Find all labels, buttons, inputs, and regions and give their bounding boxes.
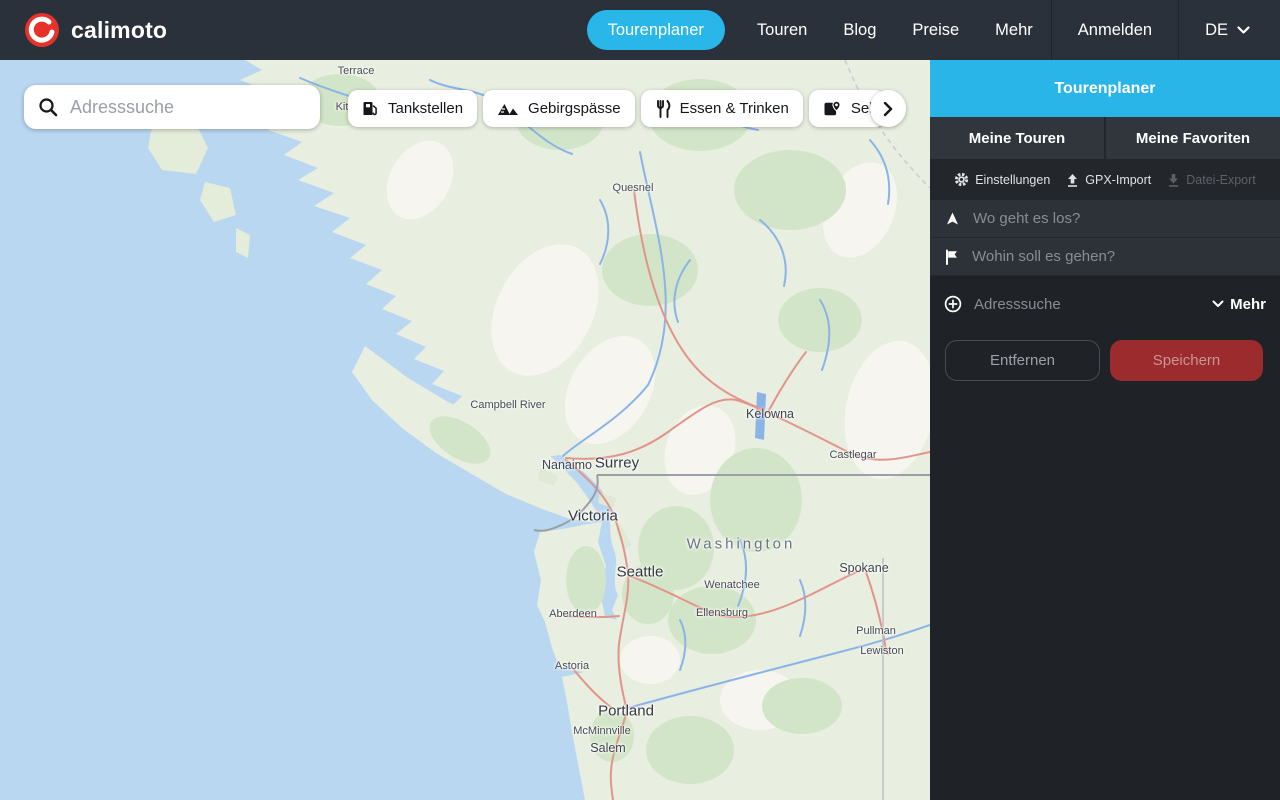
upload-icon	[1066, 173, 1079, 187]
flag-icon	[944, 249, 960, 265]
more-label: Mehr	[1230, 295, 1266, 313]
mountain-pass-icon	[497, 101, 519, 117]
gear-icon	[954, 172, 969, 187]
locale-selector[interactable]: DE	[1179, 0, 1280, 60]
chip-gebirgspaesse[interactable]: Gebirgspässe	[483, 90, 635, 127]
nav-blog[interactable]: Blog	[825, 0, 894, 60]
calimoto-logo-icon	[24, 12, 60, 48]
nav-mehr[interactable]: Mehr	[977, 0, 1051, 60]
fuel-icon	[362, 100, 379, 117]
sidebar-toolbar: Einstellungen GPX-Import Datei-Export	[930, 159, 1280, 200]
circle-plus-icon	[944, 295, 962, 313]
gpx-import-button[interactable]: GPX-Import	[1066, 173, 1151, 187]
tool-label: Einstellungen	[975, 172, 1051, 187]
chip-tankstellen[interactable]: Tankstellen	[348, 90, 478, 127]
route-destination-field[interactable]: Wohin soll es gehen?	[930, 238, 1280, 276]
map-search-box	[24, 85, 320, 129]
search-input[interactable]	[70, 96, 306, 118]
save-button[interactable]: Speichern	[1110, 340, 1263, 381]
chip-label: Tankstellen	[388, 100, 464, 117]
calimoto-logo[interactable]: calimoto	[0, 12, 167, 48]
login-button[interactable]: Anmelden	[1052, 0, 1178, 60]
sidebar-title: Tourenplaner	[930, 60, 1280, 117]
file-export-button: Datei-Export	[1167, 172, 1256, 187]
map-graphics	[0, 60, 930, 800]
start-arrow-icon	[944, 211, 961, 227]
sidebar-actions: Entfernen Speichern	[930, 323, 1280, 381]
map-canvas[interactable]: Terrace Kit Quesnel Campbell River Kelowna Ca…	[0, 60, 930, 800]
remove-button[interactable]: Entfernen	[945, 340, 1100, 381]
tab-meine-touren[interactable]: Meine Touren	[930, 117, 1104, 159]
route-start-field[interactable]: Wo geht es los?	[930, 200, 1280, 238]
calimoto-app: calimoto Tourenplaner Touren Blog Preise…	[0, 0, 1280, 800]
sidebar-tabs: Meine Touren Meine Favoriten	[930, 117, 1280, 159]
food-drink-icon	[655, 99, 671, 118]
brand-name: calimoto	[71, 16, 168, 43]
tab-meine-favoriten[interactable]: Meine Favoriten	[1106, 117, 1280, 159]
main-nav: Tourenplaner Touren Blog Preise Mehr Anm…	[573, 0, 1280, 60]
chip-label: Essen & Trinken	[679, 100, 789, 117]
search-icon	[38, 97, 58, 117]
tool-label: Datei-Export	[1186, 172, 1256, 187]
via-placeholder: Adresssuche	[974, 295, 1061, 313]
nav-tourenplaner[interactable]: Tourenplaner	[586, 10, 725, 50]
nav-preise[interactable]: Preise	[894, 0, 977, 60]
chip-essen-trinken[interactable]: Essen & Trinken	[640, 90, 803, 127]
chevron-down-icon	[1237, 25, 1250, 35]
download-icon	[1167, 173, 1180, 187]
chevron-down-icon	[1212, 300, 1224, 308]
chip-label: Gebirgspässe	[528, 100, 621, 117]
chevron-right-icon	[883, 101, 893, 117]
add-waypoint-field[interactable]: Adresssuche Mehr	[930, 285, 1280, 323]
top-navbar: calimoto Tourenplaner Touren Blog Preise…	[0, 0, 1280, 60]
destination-placeholder: Wohin soll es gehen?	[972, 248, 1116, 265]
more-options-toggle[interactable]: Mehr	[1212, 296, 1266, 313]
nav-touren[interactable]: Touren	[739, 0, 825, 60]
tool-label: GPX-Import	[1085, 172, 1152, 187]
chips-scroll-right-button[interactable]	[870, 90, 906, 127]
poi-chips: Tankstellen Gebirgspässe Essen & Trinken…	[348, 90, 885, 127]
tour-planner-sidebar: Tourenplaner Meine Touren Meine Favorite…	[930, 60, 1280, 800]
locale-label: DE	[1205, 20, 1228, 39]
sightseeing-icon	[823, 100, 842, 117]
settings-button[interactable]: Einstellungen	[954, 172, 1050, 187]
start-placeholder: Wo geht es los?	[973, 210, 1081, 227]
